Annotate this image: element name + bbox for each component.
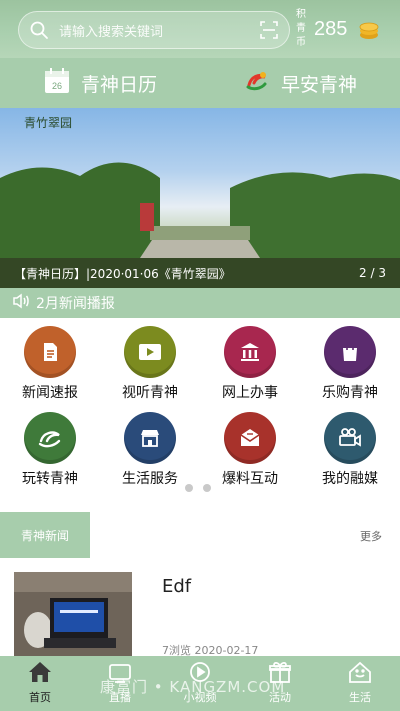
grid-item-shop[interactable]: 乐购青神: [300, 326, 400, 406]
morning-link[interactable]: 早安青神: [200, 58, 400, 108]
nav-label: 首页: [29, 691, 51, 704]
search-input[interactable]: 请输入搜索关键词: [59, 21, 249, 40]
shop-icon: [124, 412, 176, 464]
speaker-icon: [12, 293, 30, 313]
grid-item-life[interactable]: 生活服务: [100, 412, 200, 492]
list-item[interactable]: Edf 7浏览 2020-02-17: [0, 560, 400, 657]
search-bar[interactable]: 请输入搜索关键词: [18, 11, 290, 49]
service-grid: 新闻速报 视听青神 网上办事 乐购青神 玩转青神 生活服务 爆料互动 我的融媒: [0, 322, 400, 492]
banner-carousel[interactable]: 青竹翠园 【青神日历】|2020·01·06《青竹翠园》 2 / 3: [0, 108, 400, 288]
grid-item-gov[interactable]: 网上办事: [200, 326, 300, 406]
tab-qingshen-news[interactable]: 青神新闻: [0, 512, 90, 558]
top-header: 请输入搜索关键词 积青币 285: [0, 0, 400, 58]
document-icon: [24, 326, 76, 378]
points-widget[interactable]: 积青币 285: [296, 6, 396, 52]
tour-logo-icon: [24, 412, 76, 464]
grid-item-label: 乐购青神: [322, 385, 378, 401]
grid-item-label: 玩转青神: [22, 471, 78, 487]
morning-logo-icon: [243, 67, 271, 100]
grid-item-report[interactable]: 爆料互动: [200, 412, 300, 492]
banner-page-indicator: 2 / 3: [359, 266, 386, 280]
grid-item-label: 我的融媒: [322, 471, 378, 487]
calendar-label: 青神日历: [80, 73, 157, 96]
watermark: 康富门 • KANGZM.COM: [100, 678, 286, 696]
shopping-bag-icon: [324, 326, 376, 378]
banner-corner-text: 青竹翠园: [24, 116, 73, 130]
home-icon: [27, 660, 53, 687]
banner-caption-text: 【青神日历】|2020·01·06《青竹翠园》: [14, 266, 231, 281]
grid-page-dots: [185, 484, 211, 492]
camera-icon: [324, 412, 376, 464]
search-icon: [19, 11, 59, 49]
smile-house-icon: [347, 660, 373, 687]
grid-item-tour[interactable]: 玩转青神: [0, 412, 100, 492]
page-dot[interactable]: [185, 484, 193, 492]
mail-icon: [224, 412, 276, 464]
news-thumbnail: [14, 572, 132, 656]
morning-label: 早安青神: [280, 73, 357, 96]
building-icon: [224, 326, 276, 378]
page-dot[interactable]: [203, 484, 211, 492]
grid-item-label: 视听青神: [122, 385, 178, 401]
nav-label: 生活: [349, 691, 371, 704]
quick-links: 26 青神日历 早安青神: [0, 58, 400, 108]
grid-item-label: 爆料互动: [222, 471, 278, 487]
grid-item-media[interactable]: 我的融媒: [300, 412, 400, 492]
more-link[interactable]: 更多: [360, 528, 382, 544]
banner-caption: 【青神日历】|2020·01·06《青竹翠园》 2 / 3: [0, 258, 400, 288]
grid-item-label: 网上办事: [222, 385, 278, 401]
nav-home[interactable]: 首页: [0, 656, 80, 711]
coin-icon: [358, 20, 380, 42]
grid-item-label: 新闻速报: [22, 385, 78, 401]
news-section-header: 青神新闻 更多: [0, 512, 400, 558]
points-label: 积青币: [296, 9, 306, 48]
grid-item-video[interactable]: 视听青神: [100, 326, 200, 406]
grid-item-news[interactable]: 新闻速报: [0, 326, 100, 406]
svg-text:26: 26: [52, 81, 62, 91]
scan-icon[interactable]: [249, 11, 289, 49]
play-icon: [124, 326, 176, 378]
calendar-link[interactable]: 26 青神日历: [0, 58, 200, 108]
news-title: Edf: [162, 576, 192, 597]
calendar-icon: 26: [43, 67, 71, 100]
grid-item-label: 生活服务: [122, 471, 178, 487]
news-broadcast-bar[interactable]: 2月新闻播报: [0, 288, 400, 318]
app-root: 请输入搜索关键词 积青币 285 26 青神日历 早安青神 青竹翠园 【青神日历…: [0, 0, 400, 711]
broadcast-label: 2月新闻播报: [36, 296, 115, 312]
nav-life[interactable]: 生活: [320, 656, 400, 711]
points-value: 285: [314, 18, 348, 40]
